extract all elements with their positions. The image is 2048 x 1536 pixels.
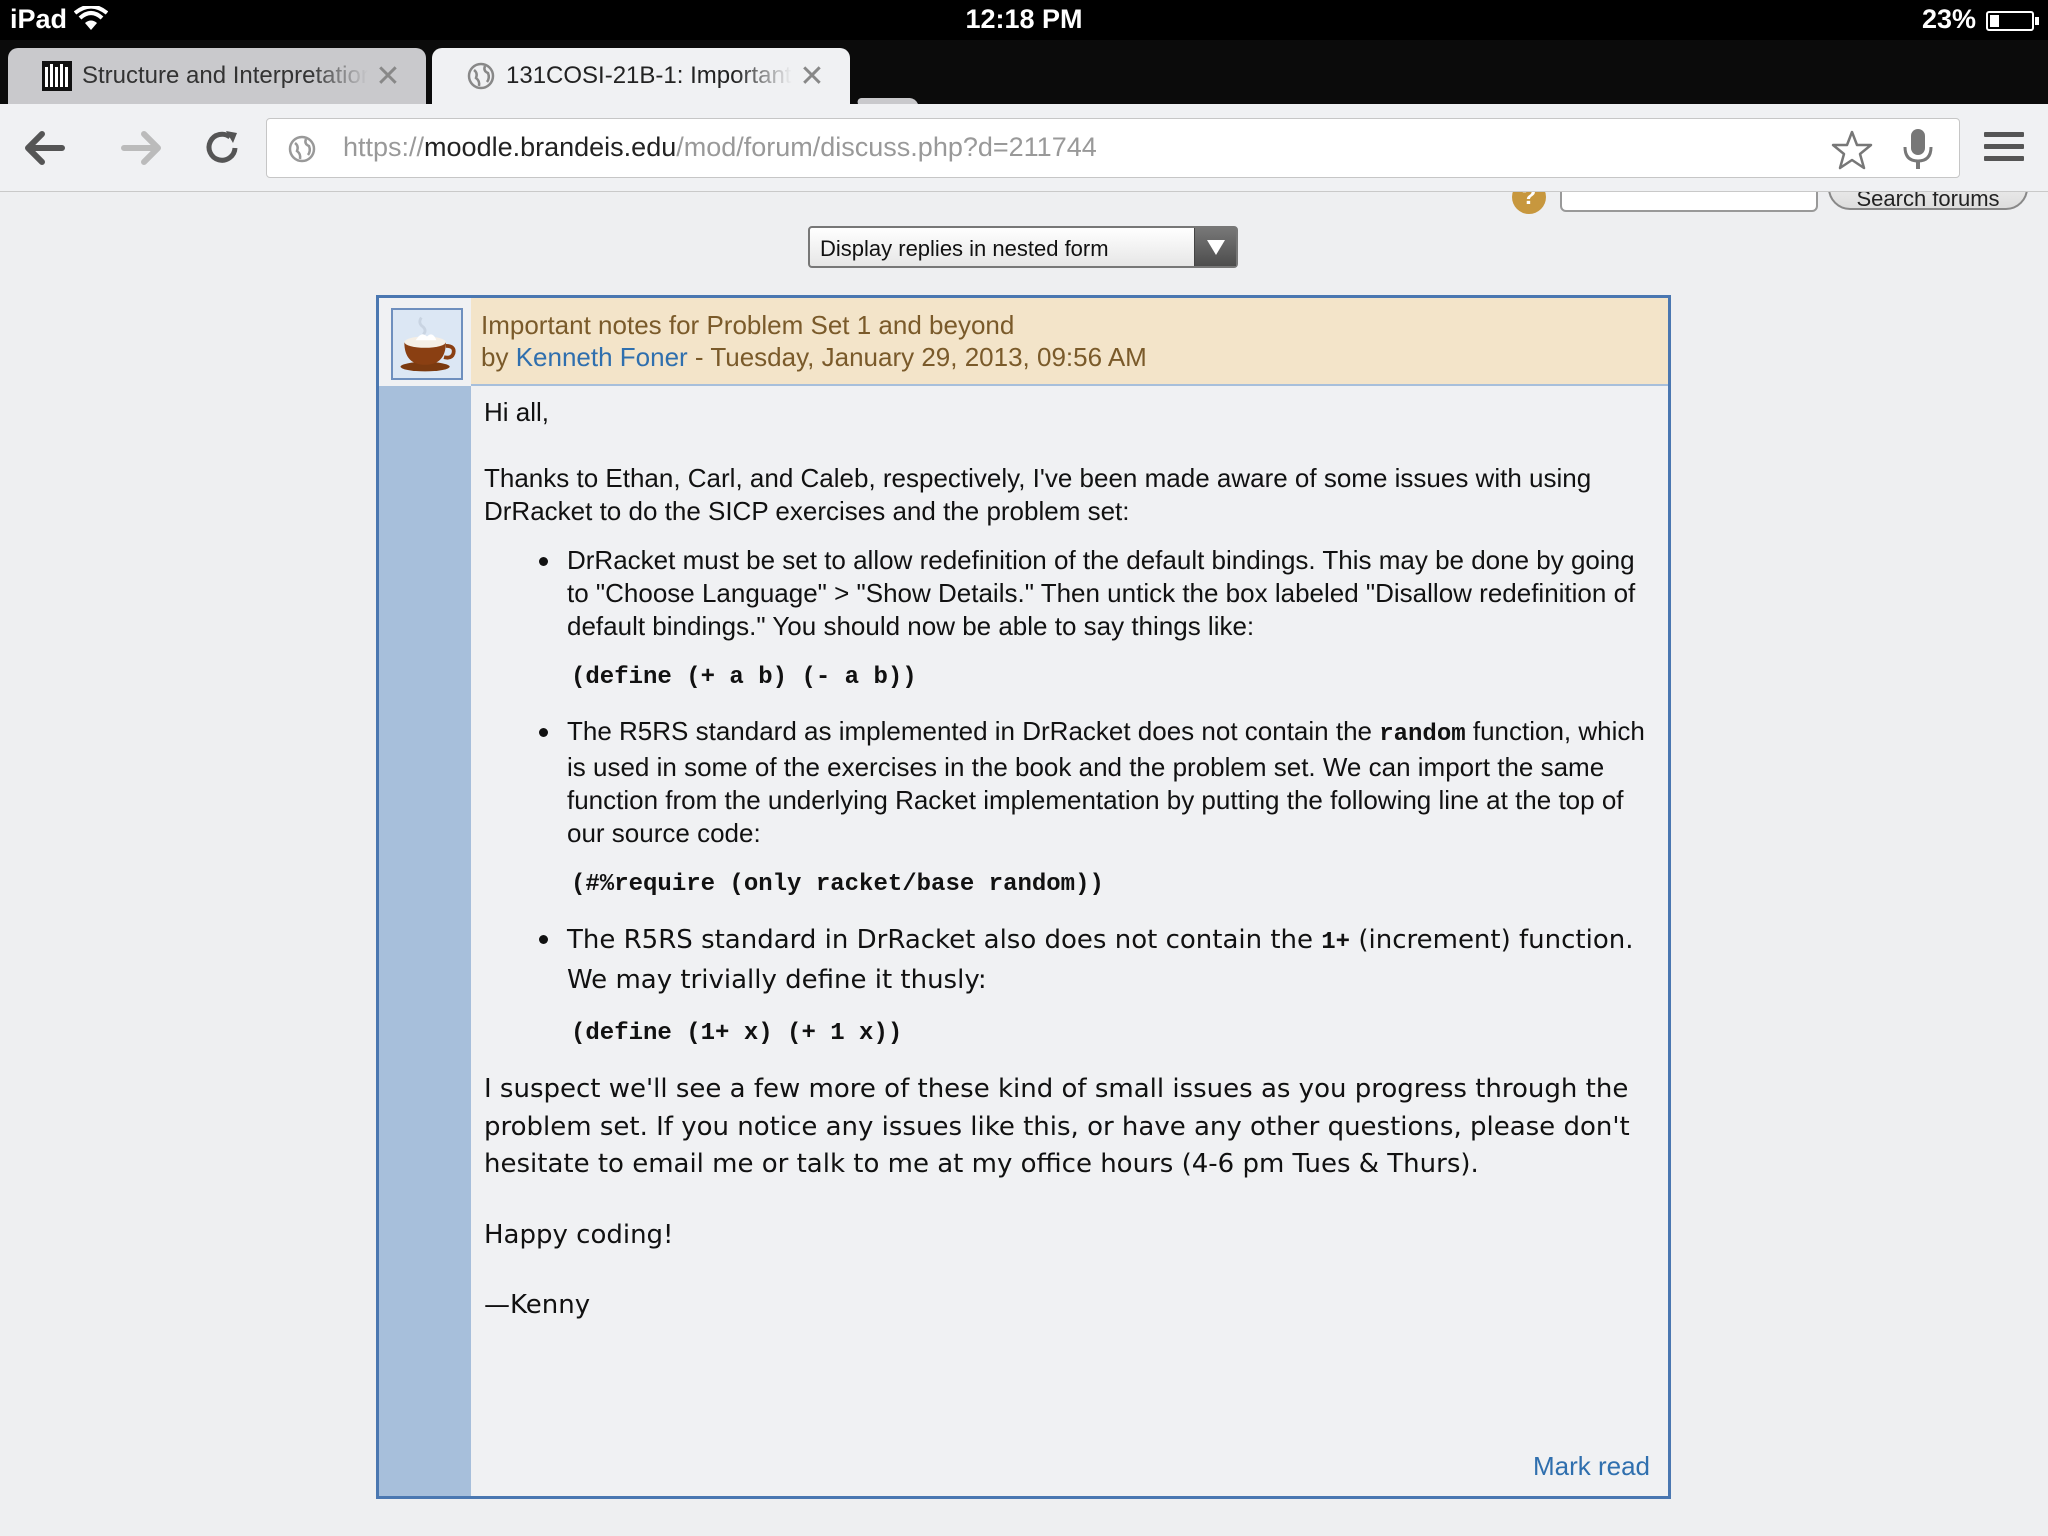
forum-post: Important notes for Problem Set 1 and be… [376, 295, 1671, 1499]
menu-icon[interactable] [1984, 132, 2024, 168]
bookmark-star-icon[interactable] [1831, 129, 1873, 171]
code-snippet: (#%require (only racket/base random)) [571, 871, 1104, 898]
library-icon [42, 61, 72, 91]
post-date: - Tuesday, January 29, 2013, 09:56 AM [687, 342, 1147, 372]
dropdown-arrow-icon[interactable] [1194, 228, 1236, 266]
forward-button[interactable] [116, 122, 168, 174]
globe-icon [288, 135, 316, 163]
list-item: The R5RS standard in DrRacket also does … [539, 922, 1649, 1049]
signature: —Kenny [484, 1290, 591, 1320]
address-bar[interactable]: https://moodle.brandeis.edu/mod/forum/di… [266, 118, 1960, 178]
clock: 12:18 PM [965, 4, 1083, 34]
battery-icon [1986, 11, 2039, 31]
status-bar: iPad 12:18 PM 23% [0, 0, 2048, 40]
display-mode-select[interactable]: Display replies in nested form [808, 226, 1238, 268]
coffee-cup-avatar[interactable] [391, 308, 463, 380]
greeting: Hi all, [484, 397, 550, 427]
author-link[interactable]: Kenneth Foner [516, 342, 688, 372]
list-item: DrRacket must be set to allow redefiniti… [539, 544, 1649, 693]
url-text[interactable]: https://moodle.brandeis.edu/mod/forum/di… [343, 132, 1097, 163]
tab-title: 131COSI-21B-1: Important [506, 62, 792, 89]
avatar-cell [379, 298, 471, 386]
closing-paragraph: I suspect we'll see a few more of these … [484, 1074, 1630, 1179]
post-left-column [379, 386, 471, 1496]
microphone-icon[interactable] [1901, 127, 1935, 171]
post-byline: by Kenneth Foner - Tuesday, January 29, … [481, 342, 1147, 372]
close-tab-icon[interactable]: ✕ [368, 56, 408, 96]
post-body: Hi all, Thanks to Ethan, Carl, and Caleb… [484, 396, 1649, 1358]
issues-list: DrRacket must be set to allow redefiniti… [484, 544, 1649, 1049]
inline-code: random [1379, 721, 1466, 748]
display-mode-value: Display replies in nested form [820, 236, 1109, 261]
happy-coding: Happy coding! [484, 1219, 674, 1250]
mark-read-link[interactable]: Mark read [1533, 1451, 1650, 1482]
tab-title: Structure and Interpretation [82, 62, 368, 89]
globe-icon [467, 62, 495, 90]
reload-icon [206, 131, 238, 163]
post-subject: Important notes for Problem Set 1 and be… [481, 310, 1015, 340]
back-arrow-icon [25, 131, 65, 165]
battery-percent: 23% [1921, 4, 1976, 34]
code-snippet: (define (+ a b) (- a b)) [571, 664, 917, 691]
close-tab-icon[interactable]: ✕ [792, 56, 832, 96]
tab-sicp[interactable]: Structure and Interpretation ✕ [8, 48, 426, 104]
inline-code: 1+ [1321, 929, 1351, 956]
list-item: The R5RS standard as implemented in DrRa… [539, 715, 1649, 900]
reload-button[interactable] [196, 122, 248, 174]
tab-moodle-post[interactable]: 131COSI-21B-1: Important ✕ [432, 48, 850, 104]
code-snippet: (define (1+ x) (+ 1 x)) [571, 1020, 903, 1047]
forward-arrow-icon [121, 131, 161, 165]
tab-strip: Structure and Interpretation ✕ 131COSI-2… [0, 40, 2048, 132]
post-header: Important notes for Problem Set 1 and be… [471, 298, 1668, 386]
browser-toolbar-overlay: https://moodle.brandeis.edu/mod/forum/di… [0, 104, 2048, 192]
back-button[interactable] [18, 122, 70, 174]
intro-paragraph: Thanks to Ethan, Carl, and Caleb, respec… [484, 463, 1592, 526]
